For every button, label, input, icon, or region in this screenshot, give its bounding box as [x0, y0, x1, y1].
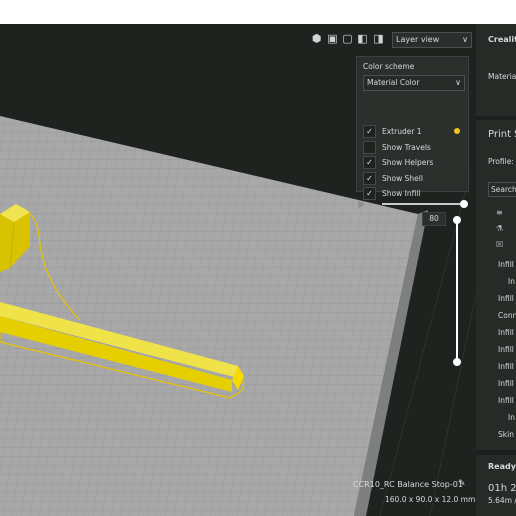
show-helpers-checkbox[interactable]: ✓ — [363, 156, 376, 169]
top-view-icon[interactable]: ▢ — [341, 32, 354, 45]
quality-icon[interactable]: ≡ — [496, 208, 503, 217]
chevron-down-icon: ∨ — [455, 78, 461, 87]
model-name: CCR10_RC Balance Stop-01 — [353, 480, 463, 489]
print-settings-panel: Creality Material Print S Profile: Searc… — [476, 24, 516, 516]
print-time-estimate: 01h 2 — [488, 483, 516, 494]
material-label: Material — [488, 72, 516, 81]
extruder-1-checkbox[interactable]: ✓ — [363, 125, 376, 138]
material-flask-icon[interactable]: ⚗ — [496, 224, 503, 233]
printer-name: Creality — [488, 35, 516, 44]
profile-label: Profile: — [488, 157, 514, 166]
setting-row[interactable]: Conn — [498, 311, 516, 320]
setting-row[interactable]: In — [508, 413, 515, 422]
layer-slider-bottom-handle[interactable] — [453, 358, 461, 366]
setting-row[interactable]: Infill — [498, 345, 514, 354]
current-layer-input[interactable]: 80 — [422, 212, 446, 226]
layer-view-viewport[interactable]: ⬢ ▣ ▢ ◧ ◨ Layer view ∨ Color scheme Mate… — [0, 24, 516, 516]
extruder-1-label: Extruder 1 — [382, 127, 422, 136]
setting-row[interactable]: Infill — [498, 328, 514, 337]
setting-row[interactable]: Infill — [498, 260, 514, 269]
left-view-icon[interactable]: ◧ — [356, 32, 369, 45]
color-scheme-select[interactable]: Material Color ∨ — [363, 75, 465, 91]
3d-view-icon[interactable]: ⬢ — [310, 32, 323, 45]
model-dimensions: 160.0 x 90.0 x 12.0 mm — [385, 495, 476, 504]
show-shell-label: Show Shell — [382, 174, 423, 183]
view-type-select[interactable]: Layer view ∨ — [392, 32, 472, 48]
ready-status: Ready t — [488, 462, 516, 471]
layer-slider-horizontal-handle[interactable] — [460, 200, 468, 208]
setting-row[interactable]: Skin — [498, 430, 514, 439]
support-icon[interactable]: ☒ — [496, 240, 503, 249]
right-view-icon[interactable]: ◨ — [372, 32, 385, 45]
setting-row[interactable]: Infill — [498, 294, 514, 303]
pencil-icon[interactable]: ✎ — [458, 479, 466, 489]
layer-slider-top-handle[interactable] — [453, 216, 461, 224]
color-scheme-panel: Color scheme Material Color ∨ ✓ Extruder… — [356, 56, 469, 200]
print-settings-title: Print S — [488, 129, 516, 140]
chevron-down-icon: ∨ — [462, 35, 468, 44]
show-shell-checkbox[interactable]: ✓ — [363, 172, 376, 185]
view-type-value: Layer view — [396, 35, 440, 44]
front-view-icon[interactable]: ▣ — [326, 32, 339, 45]
color-scheme-heading: Color scheme — [363, 62, 415, 71]
show-travels-checkbox[interactable] — [363, 141, 376, 154]
setting-row[interactable]: Infill — [498, 396, 514, 405]
play-icon[interactable]: ▶ — [358, 199, 366, 210]
setting-row[interactable]: Infill — [498, 379, 514, 388]
show-travels-label: Show Travels — [382, 143, 431, 152]
extruder-color-swatch — [454, 128, 460, 134]
setting-row[interactable]: Infill — [498, 362, 514, 371]
material-estimate: 5.64m / — [488, 496, 516, 505]
settings-search-input[interactable]: Search... — [488, 182, 516, 197]
show-helpers-label: Show Helpers — [382, 158, 434, 167]
setting-row[interactable]: In — [508, 277, 515, 286]
color-scheme-value: Material Color — [367, 78, 420, 87]
